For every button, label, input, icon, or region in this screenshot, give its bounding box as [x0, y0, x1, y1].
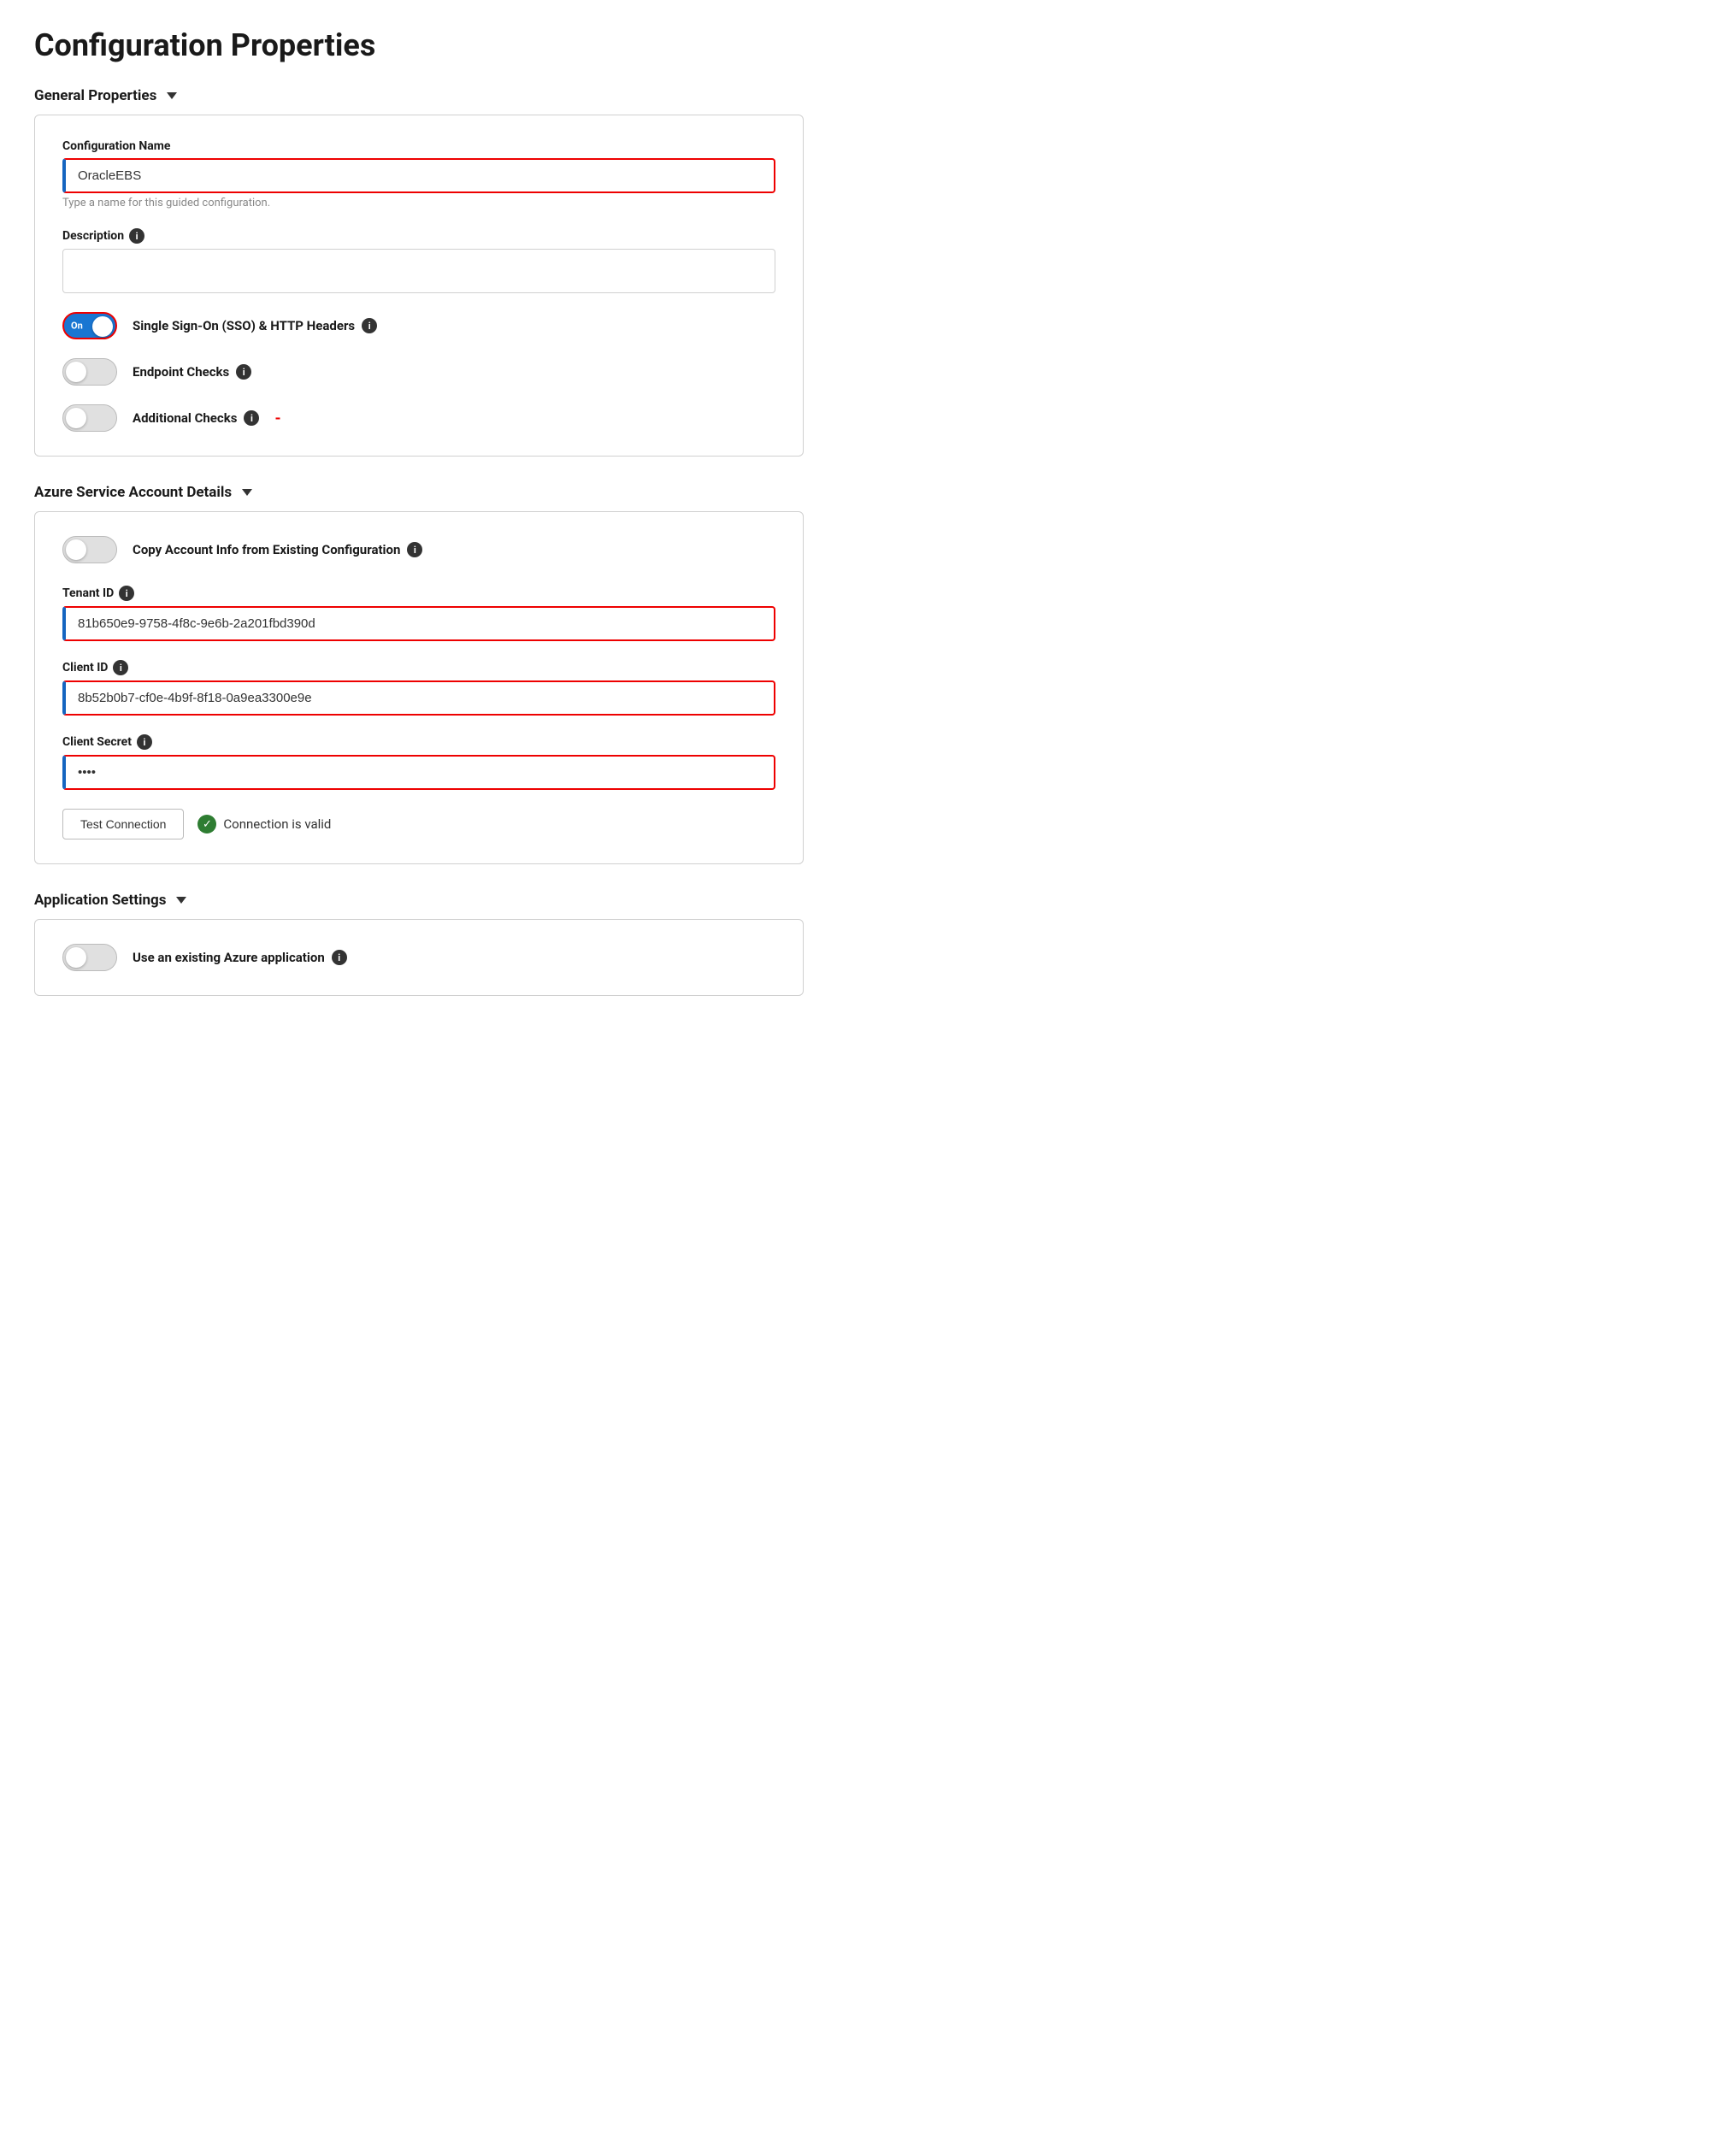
- test-connection-button[interactable]: Test Connection: [62, 809, 184, 839]
- description-label: Description i: [62, 228, 775, 244]
- app-settings-section: Application Settings Use an existing Azu…: [34, 892, 804, 996]
- azure-app-toggle-row: Use an existing Azure application i: [62, 944, 775, 971]
- page-title: Configuration Properties: [34, 27, 804, 63]
- client-secret-input[interactable]: [62, 755, 775, 790]
- tenant-id-label: Tenant ID i: [62, 586, 775, 601]
- general-properties-section: General Properties Configuration Name Ty…: [34, 87, 804, 457]
- general-properties-label: General Properties: [34, 87, 156, 104]
- azure-details-label: Azure Service Account Details: [34, 484, 232, 501]
- app-settings-chevron-icon: [176, 897, 186, 904]
- check-icon: ✓: [197, 815, 216, 834]
- azure-chevron-icon: [242, 489, 252, 496]
- description-input[interactable]: [62, 249, 775, 293]
- copy-account-label: Copy Account Info from Existing Configur…: [133, 542, 422, 557]
- config-name-hint: Type a name for this guided configuratio…: [62, 197, 775, 209]
- general-properties-header[interactable]: General Properties: [34, 87, 804, 104]
- sso-toggle-label: Single Sign-On (SSO) & HTTP Headers i: [133, 318, 377, 333]
- additional-toggle[interactable]: [62, 404, 117, 432]
- azure-app-toggle[interactable]: [62, 944, 117, 971]
- client-id-input[interactable]: [62, 680, 775, 716]
- general-properties-body: Configuration Name Type a name for this …: [34, 115, 804, 457]
- tenant-id-input[interactable]: [62, 606, 775, 641]
- additional-toggle-label: Additional Checks i -: [133, 409, 281, 427]
- sso-toggle-row: On Single Sign-On (SSO) & HTTP Headers i: [62, 312, 775, 339]
- client-id-field: Client ID i: [62, 660, 775, 716]
- app-settings-body: Use an existing Azure application i: [34, 919, 804, 996]
- client-secret-label: Client Secret i: [62, 734, 775, 750]
- config-name-field: Configuration Name Type a name for this …: [62, 139, 775, 209]
- tenant-id-info-icon[interactable]: i: [119, 586, 134, 601]
- copy-account-toggle-row: Copy Account Info from Existing Configur…: [62, 536, 775, 563]
- client-id-label: Client ID i: [62, 660, 775, 675]
- sso-toggle-text: On: [71, 321, 83, 332]
- endpoint-toggle[interactable]: [62, 358, 117, 386]
- description-field: Description i: [62, 228, 775, 293]
- endpoint-toggle-label: Endpoint Checks i: [133, 364, 251, 380]
- sso-info-icon[interactable]: i: [362, 318, 377, 333]
- chevron-down-icon: [167, 92, 177, 99]
- additional-info-icon[interactable]: i: [244, 410, 259, 426]
- endpoint-info-icon[interactable]: i: [236, 364, 251, 380]
- azure-app-info-icon[interactable]: i: [332, 950, 347, 965]
- copy-account-info-icon[interactable]: i: [407, 542, 422, 557]
- azure-details-header[interactable]: Azure Service Account Details: [34, 484, 804, 501]
- client-id-info-icon[interactable]: i: [113, 660, 128, 675]
- azure-details-body: Copy Account Info from Existing Configur…: [34, 511, 804, 864]
- config-name-input[interactable]: [62, 158, 775, 193]
- additional-red-dash: -: [274, 409, 280, 427]
- connection-valid-text: Connection is valid: [223, 816, 331, 832]
- connection-valid-indicator: ✓ Connection is valid: [197, 815, 331, 834]
- copy-account-toggle[interactable]: [62, 536, 117, 563]
- description-info-icon[interactable]: i: [129, 228, 144, 244]
- additional-toggle-row: Additional Checks i -: [62, 404, 775, 432]
- azure-details-section: Azure Service Account Details Copy Accou…: [34, 484, 804, 864]
- endpoint-toggle-row: Endpoint Checks i: [62, 358, 775, 386]
- client-secret-field: Client Secret i: [62, 734, 775, 790]
- app-settings-header[interactable]: Application Settings: [34, 892, 804, 909]
- app-settings-label: Application Settings: [34, 892, 166, 909]
- sso-toggle[interactable]: On: [62, 312, 117, 339]
- test-connection-row: Test Connection ✓ Connection is valid: [62, 809, 775, 839]
- tenant-id-field: Tenant ID i: [62, 586, 775, 641]
- azure-app-toggle-label: Use an existing Azure application i: [133, 950, 347, 965]
- config-name-label: Configuration Name: [62, 139, 775, 153]
- client-secret-info-icon[interactable]: i: [137, 734, 152, 750]
